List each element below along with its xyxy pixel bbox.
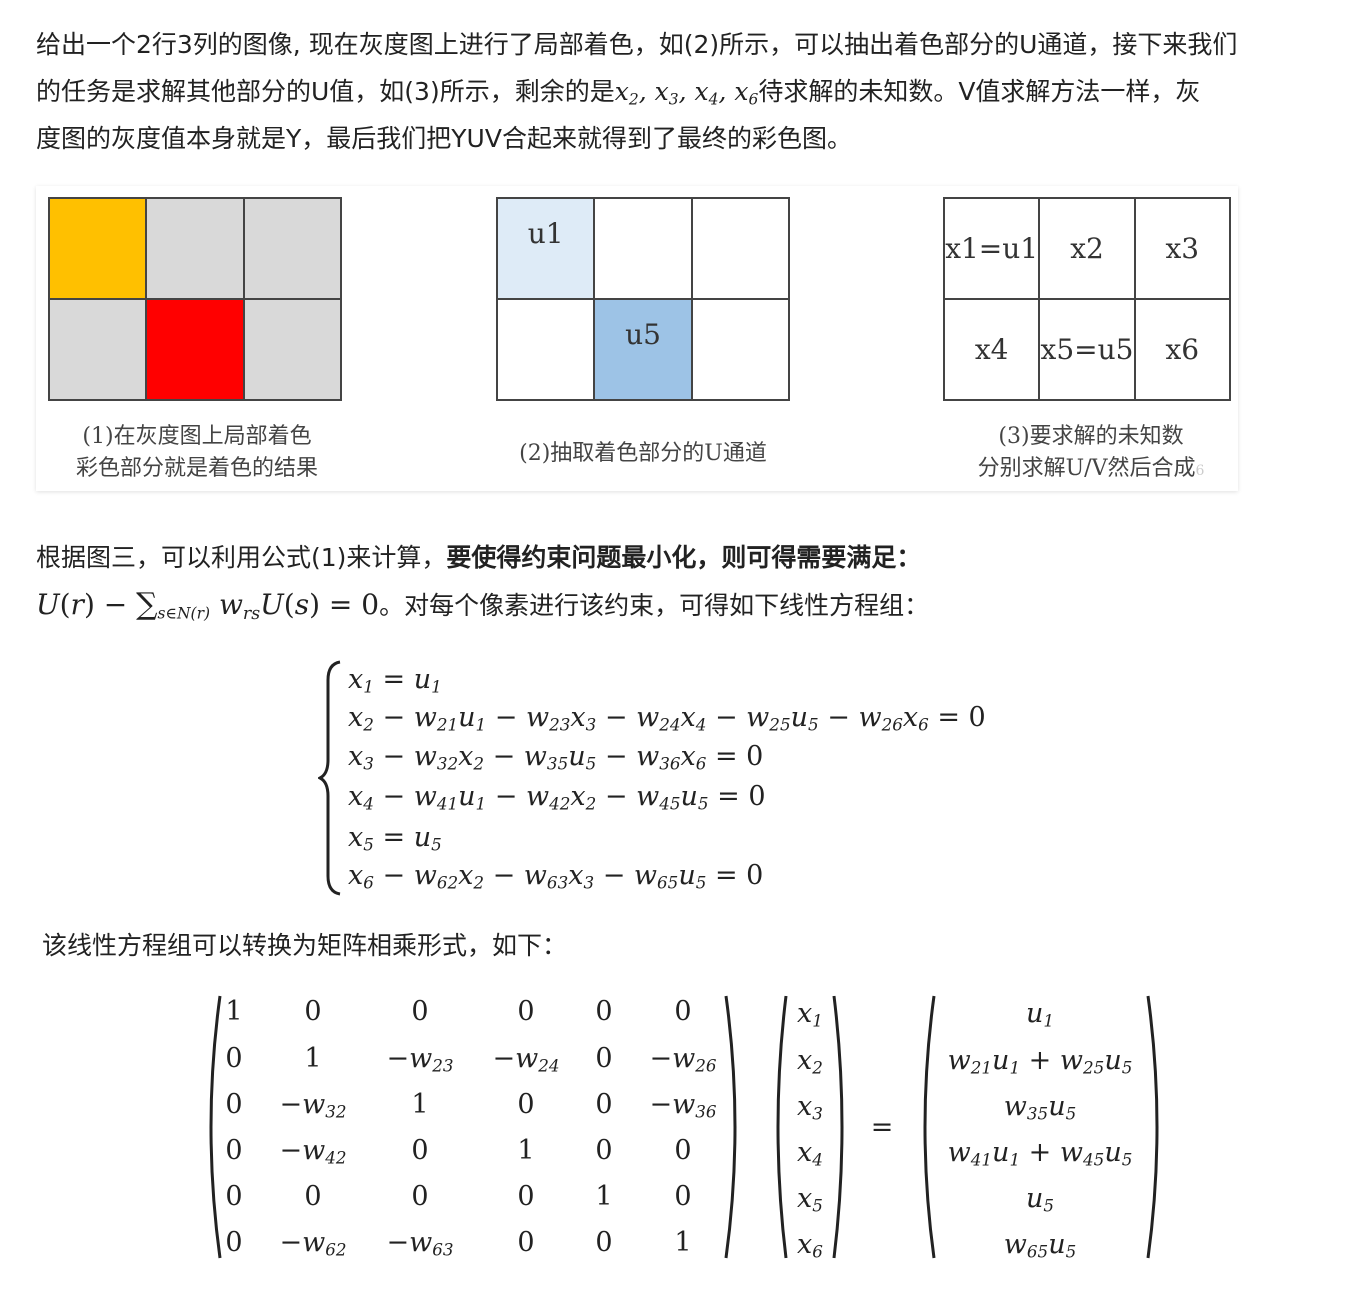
- matrix-entry: −w32: [279, 1089, 347, 1122]
- matrix-entry: 0: [674, 1135, 692, 1166]
- matrix-left-paren: [209, 995, 222, 1259]
- matrix-entry: 1: [674, 1227, 692, 1258]
- matrix-entry: 0: [304, 1181, 322, 1212]
- matrix-entry: w65u5: [1003, 1229, 1077, 1262]
- matrix-entry: −w42: [279, 1135, 347, 1168]
- matrix-entry: 1: [304, 1043, 322, 1074]
- matrix-equation: 1 0 0 0 0 0 0 1 −w23 −w24 0 −w26 0 −w32 …: [0, 0, 1364, 1290]
- matrix-entry: −w26: [649, 1043, 717, 1076]
- vector-rhs-left-paren: [923, 995, 936, 1259]
- matrix-entry: 0: [595, 1089, 613, 1120]
- matrix-entry: x3: [797, 1091, 823, 1124]
- matrix-entry: 0: [517, 996, 535, 1027]
- matrix-entry: 1: [595, 1181, 613, 1212]
- matrix-entry: 0: [225, 1227, 243, 1258]
- matrix-right-paren: [724, 995, 737, 1259]
- matrix-entry: 0: [674, 996, 692, 1027]
- matrix-entry: 0: [517, 1089, 535, 1120]
- matrix-entry: 0: [517, 1181, 535, 1212]
- matrix-entry: 1: [225, 996, 243, 1027]
- matrix-entry: w21u1 + w25u5: [947, 1045, 1133, 1078]
- matrix-entry: w41u1 + w45u5: [947, 1137, 1133, 1170]
- matrix-entry: 0: [225, 1135, 243, 1166]
- matrix-entry: 0: [225, 1181, 243, 1212]
- vector-rhs-right-paren: [1146, 995, 1159, 1259]
- matrix-entry: 0: [595, 996, 613, 1027]
- matrix-entry: u1: [1025, 998, 1055, 1031]
- matrix-entry: 0: [595, 1043, 613, 1074]
- matrix-entry: 0: [304, 996, 322, 1027]
- matrix-entry: x4: [797, 1137, 823, 1170]
- matrix-entry: x1: [797, 998, 823, 1031]
- matrix-entry: 0: [674, 1181, 692, 1212]
- matrix-entry: =: [870, 1112, 894, 1143]
- matrix-entry: −w23: [386, 1043, 454, 1076]
- matrix-entry: 0: [225, 1089, 243, 1120]
- matrix-entry: −w36: [649, 1089, 717, 1122]
- vector-x-left-paren: [776, 995, 788, 1259]
- matrix-entry: −w63: [386, 1227, 454, 1260]
- matrix-entry: 0: [411, 996, 429, 1027]
- matrix-entry: 0: [411, 1135, 429, 1166]
- matrix-entry: 0: [595, 1227, 613, 1258]
- matrix-entry: x2: [797, 1045, 823, 1078]
- matrix-entry: x5: [797, 1183, 823, 1216]
- matrix-entry: u5: [1025, 1183, 1055, 1216]
- matrix-entry: x6: [797, 1229, 823, 1262]
- matrix-entry: −w24: [492, 1043, 560, 1076]
- matrix-entry: −w62: [279, 1227, 347, 1260]
- matrix-entry: 1: [411, 1089, 429, 1120]
- matrix-entry: w35u5: [1003, 1091, 1077, 1124]
- matrix-entry: 0: [517, 1227, 535, 1258]
- matrix-entry: 0: [225, 1043, 243, 1074]
- matrix-entry: 1: [517, 1135, 535, 1166]
- vector-x-right-paren: [832, 995, 844, 1259]
- matrix-entry: 0: [411, 1181, 429, 1212]
- matrix-entry: 0: [595, 1135, 613, 1166]
